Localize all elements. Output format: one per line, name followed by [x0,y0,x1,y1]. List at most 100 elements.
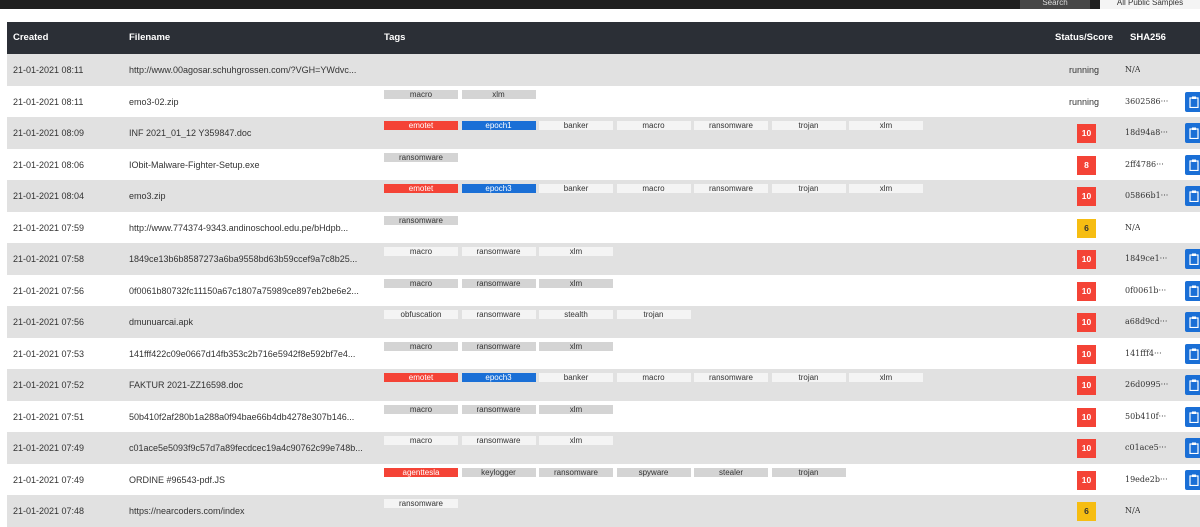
filename-link[interactable]: http://www.774374-9343.andinoschool.edu.… [129,223,369,233]
tag-trojan[interactable]: trojan [771,467,846,477]
tag-emotet[interactable]: emotet [384,184,458,193]
tag-xlm[interactable]: xlm [539,404,613,414]
table-row[interactable]: 21-01-2021 08:11 emo3-02.zip macro xlm runni… [7,85,1200,117]
sha256-value: c01ace5··· [1125,443,1167,452]
tag-emotet[interactable]: emotet [384,121,458,130]
copy-sha-button[interactable] [1185,280,1200,301]
tag-macro[interactable]: macro [384,247,458,256]
tag-ransomware[interactable]: ransomware [694,184,768,193]
tag-keylogger[interactable]: keylogger [461,467,536,477]
tag-trojan[interactable]: trojan [771,184,846,193]
tag-macro[interactable]: macro [616,373,691,382]
tag-epoch3[interactable]: epoch3 [461,373,536,382]
tag-macro[interactable]: macro [384,436,458,445]
table-row[interactable]: 21-01-2021 07:49 ORDINE #96543-pdf.JS agen… [7,463,1200,495]
copy-sha-button[interactable] [1185,91,1200,112]
filename-link[interactable]: IObit-Malware-Fighter-Setup.exe [129,160,369,170]
table-row[interactable]: 21-01-2021 07:56 0f0061b80732fc11150a67c1… [7,274,1200,306]
tag-emotet[interactable]: emotet [384,373,458,382]
table-row[interactable]: 21-01-2021 07:58 1849ce13b6b8587273a6ba95… [7,243,1200,275]
copy-sha-button[interactable] [1185,375,1200,395]
header-status[interactable]: Status/Score [1055,22,1113,54]
header-filename[interactable]: Filename [129,22,170,54]
filename-link[interactable]: FAKTUR 2021-ZZ16598.doc [129,380,369,390]
tag-ransomware[interactable]: ransomware [384,215,458,225]
filename-link[interactable]: 141fff422c09e0667d14fb353c2b716e5942f8e5… [129,349,369,359]
tag-ransomware[interactable]: ransomware [461,404,536,414]
tag-spyware[interactable]: spyware [616,467,691,477]
copy-sha-button[interactable] [1185,186,1200,206]
filename-link[interactable]: emo3.zip [129,191,369,201]
tag-ransomware[interactable]: ransomware [461,310,536,319]
table-row[interactable]: 21-01-2021 07:56 dmunuarcai.apk obfuscatio… [7,306,1200,338]
tag-xlm[interactable]: xlm [539,436,613,445]
tag-banker[interactable]: banker [539,373,613,382]
copy-sha-button[interactable] [1185,249,1200,269]
filename-link[interactable]: emo3-02.zip [129,97,369,107]
filename-link[interactable]: 50b410f2af280b1a288a0f94bae66b4db4278e30… [129,412,369,422]
filename-link[interactable]: INF 2021_01_12 Y359847.doc [129,128,369,138]
filename-link[interactable]: ORDINE #96543-pdf.JS [129,475,369,485]
copy-sha-button[interactable] [1185,469,1200,490]
search-button[interactable]: Search [1020,0,1090,9]
tag-banker[interactable]: banker [539,184,613,193]
tag-ransomware[interactable]: ransomware [461,247,536,256]
tag-ransomware[interactable]: ransomware [384,499,458,508]
tag-banker[interactable]: banker [539,121,613,130]
tag-epoch1[interactable]: epoch1 [461,121,536,130]
tag-agenttesla[interactable]: agenttesla [384,467,458,477]
table-row[interactable]: 21-01-2021 08:04 emo3.zip emotet epoch3 bank… [7,180,1200,212]
copy-sha-button[interactable] [1185,312,1200,332]
filename-link[interactable]: http://www.00agosar.schuhgrossen.com/?VG… [129,65,369,75]
tag-stealer[interactable]: stealer [694,467,768,477]
tag-ransomware[interactable]: ransomware [539,467,613,477]
copy-sha-button[interactable] [1185,123,1200,143]
tag-xlm[interactable]: xlm [539,341,613,351]
filename-link[interactable]: c01ace5e5093f9c57d7a89fecdcec19a4c90762c… [129,443,369,453]
table-row[interactable]: 21-01-2021 08:06 IObit-Malware-Fighter-Se… [7,148,1200,180]
tag-macro[interactable]: macro [616,184,691,193]
tag-trojan[interactable]: trojan [771,121,846,130]
tag-macro[interactable]: macro [384,89,458,99]
table-row[interactable]: 21-01-2021 07:49 c01ace5e5093f9c57d7a89fe… [7,432,1200,464]
tag-macro[interactable]: macro [616,121,691,130]
copy-sha-button[interactable] [1185,154,1200,175]
table-row[interactable]: 21-01-2021 07:52 FAKTUR 2021-ZZ16598.doc e… [7,369,1200,401]
tag-ransomware[interactable]: ransomware [694,373,768,382]
tag-obfuscation[interactable]: obfuscation [384,310,458,319]
tag-xlm[interactable]: xlm [849,184,923,193]
tag-list: macro ransomware xlm [384,278,1044,291]
tag-trojan[interactable]: trojan [616,310,691,319]
table-row[interactable]: 21-01-2021 07:51 50b410f2af280b1a288a0f94… [7,400,1200,432]
filename-link[interactable]: 0f0061b80732fc11150a67c1807a75989ce897eb… [129,286,369,296]
tag-epoch3[interactable]: epoch3 [461,184,536,193]
copy-sha-button[interactable] [1185,438,1200,458]
table-row[interactable]: 21-01-2021 08:11 http://www.00agosar.schu… [7,54,1200,86]
filename-link[interactable]: 1849ce13b6b8587273a6ba9558bd63b59ccef9a7… [129,254,369,264]
tag-xlm[interactable]: xlm [849,373,923,382]
public-samples-tab[interactable]: All Public Samples [1100,0,1200,9]
tag-ransomware[interactable]: ransomware [461,278,536,288]
filename-link[interactable]: dmunuarcai.apk [129,317,369,327]
table-row[interactable]: 21-01-2021 07:59 http://www.774374-9343.a… [7,211,1200,243]
table-row[interactable]: 21-01-2021 07:53 141fff422c09e0667d14fb35… [7,337,1200,369]
tag-xlm[interactable]: xlm [849,121,923,130]
filename-link[interactable]: https://nearcoders.com/index [129,506,369,516]
tag-xlm[interactable]: xlm [539,278,613,288]
tag-macro[interactable]: macro [384,341,458,351]
table-row[interactable]: 21-01-2021 08:09 INF 2021_01_12 Y359847.d… [7,117,1200,149]
tag-ransomware[interactable]: ransomware [461,436,536,445]
tag-xlm[interactable]: xlm [539,247,613,256]
tag-ransomware[interactable]: ransomware [384,152,458,162]
tag-macro[interactable]: macro [384,404,458,414]
tag-xlm[interactable]: xlm [461,89,536,99]
header-created[interactable]: Created [13,22,48,54]
tag-stealth[interactable]: stealth [539,310,613,319]
tag-ransomware[interactable]: ransomware [694,121,768,130]
tag-ransomware[interactable]: ransomware [461,341,536,351]
copy-sha-button[interactable] [1185,343,1200,364]
table-row[interactable]: 21-01-2021 07:48 https://nearcoders.com/i… [7,495,1200,527]
tag-trojan[interactable]: trojan [771,373,846,382]
tag-macro[interactable]: macro [384,278,458,288]
copy-sha-button[interactable] [1185,406,1200,427]
